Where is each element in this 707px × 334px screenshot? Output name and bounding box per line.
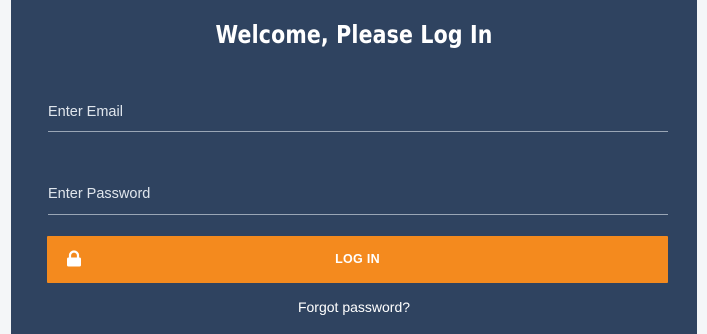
page-title: Welcome, Please Log In	[215, 20, 493, 49]
forgot-password-link[interactable]: Forgot password?	[11, 299, 697, 315]
email-field[interactable]	[48, 100, 668, 124]
login-button-label: LOG IN	[335, 252, 380, 266]
login-button[interactable]: LOG IN	[47, 236, 668, 283]
password-field-container	[48, 182, 668, 215]
login-panel: Welcome, Please Log In LOG IN Forgot pas…	[11, 0, 697, 334]
password-field[interactable]	[48, 182, 668, 206]
email-field-container	[48, 100, 668, 132]
